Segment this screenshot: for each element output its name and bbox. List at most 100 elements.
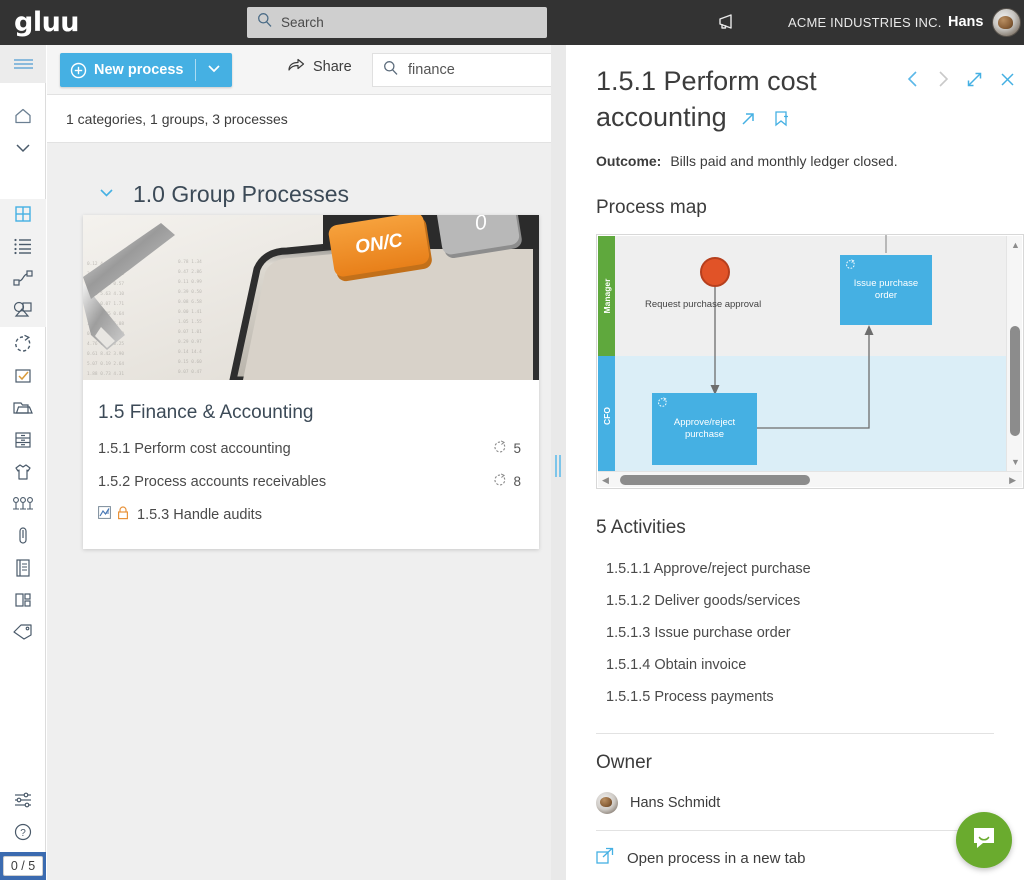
chevron-left-icon[interactable] (906, 70, 920, 93)
chevron-down-icon[interactable] (97, 186, 116, 204)
process-circle-icon (493, 439, 507, 458)
svg-text:0.07 0.47: 0.07 0.47 (178, 369, 202, 375)
open-external-icon[interactable] (739, 101, 757, 137)
drag-handle-icon[interactable] (555, 455, 562, 477)
progress-counter[interactable]: 0 / 5 (0, 852, 46, 880)
avatar[interactable] (992, 8, 1021, 37)
start-event-node[interactable] (700, 257, 730, 287)
process-circle-icon (13, 334, 33, 359)
open-process-new-tab-button[interactable]: Open process in a new tab (596, 830, 994, 870)
map-vertical-scrollbar[interactable]: ▲ ▼ (1006, 236, 1022, 471)
process-card[interactable]: 0.12 4.56 1.023.45 0.90 2.31 7.01 1.24 0… (83, 215, 539, 549)
intercom-chat-button[interactable] (956, 812, 1012, 868)
svg-text:0.15 0.60: 0.15 0.60 (178, 359, 202, 365)
sidebar-item-tags[interactable] (0, 618, 46, 650)
share-button[interactable]: Share (287, 57, 352, 77)
top-bar: gluu Search ACME INDUSTRIES INC. Hans (0, 0, 1024, 45)
tag-icon (12, 623, 34, 646)
chevron-right-icon[interactable] (936, 70, 950, 93)
expand-diagonal-icon[interactable] (966, 71, 983, 93)
sidebar-item-expand[interactable] (0, 134, 46, 166)
activity-count: 5 (513, 441, 521, 456)
sidebar-item-help[interactable]: ? (0, 818, 46, 850)
table-row[interactable]: 1.5.3 Handle audits (83, 498, 539, 531)
activities-heading: 5 Activities (596, 517, 686, 538)
progress-counter-value: 0 / 5 (2, 856, 44, 876)
new-process-dropdown-button[interactable] (196, 61, 232, 79)
task-node-approve-reject-purchase[interactable]: Approve/reject purchase (652, 393, 757, 465)
sidebar-item-shapes[interactable] (0, 296, 46, 328)
task-node-issue-purchase-order[interactable]: Issue purchase order (840, 255, 932, 325)
process-detail-panel: 1.5.1 Perform cost accounting Outcome: Bi… (566, 45, 1024, 880)
owner-row[interactable]: Hans Schmidt (596, 792, 994, 814)
activities-list: 1.5.1.1 Approve/reject purchase 1.5.1.2 … (596, 553, 994, 713)
sidebar-item-folder[interactable] (0, 394, 46, 426)
triangle-up-icon[interactable]: ▲ (1011, 240, 1020, 250)
svg-text:0.29 0.97: 0.29 0.97 (178, 339, 202, 345)
svg-text:0.14 14.4: 0.14 14.4 (178, 349, 202, 355)
sidebar-item-flow[interactable] (0, 264, 46, 296)
process-circle-icon (657, 397, 668, 412)
task-label: Approve/reject purchase (673, 417, 736, 440)
page-title: 1.5.1 Perform cost accounting (596, 45, 896, 137)
close-icon[interactable] (999, 71, 1016, 93)
user-name[interactable]: Hans (948, 14, 983, 30)
new-process-button[interactable]: New process (60, 53, 233, 87)
sidebar-item-archive[interactable] (0, 426, 46, 458)
map-horizontal-scrollbar[interactable]: ◀ ▶ (598, 471, 1022, 487)
scrollbar-thumb[interactable] (1010, 326, 1020, 436)
list-item[interactable]: 1.5.1.3 Issue purchase order (596, 617, 994, 649)
row-status-icons (98, 505, 129, 524)
scrollbar-thumb[interactable] (620, 475, 810, 485)
process-search-value: finance (408, 62, 455, 78)
sidebar-item-list[interactable] (0, 232, 46, 264)
chart-icon (98, 506, 111, 523)
sidebar-item-tasks[interactable] (0, 362, 46, 394)
divider (596, 733, 994, 734)
list-item[interactable]: 1.5.1.5 Process payments (596, 681, 994, 713)
panel-actions (906, 70, 1016, 93)
results-summary: 1 categories, 1 groups, 3 processes (47, 95, 560, 143)
new-process-label: New process (94, 62, 184, 78)
process-map-canvas[interactable]: Manager CFO Request purchase approval Is… (596, 234, 1024, 489)
list-item[interactable]: 1.5.1.2 Deliver goods/services (596, 585, 994, 617)
global-search-input[interactable]: Search (247, 7, 547, 38)
sidebar-item-home[interactable] (0, 102, 46, 134)
svg-text:0.39 0.50: 0.39 0.50 (178, 289, 202, 295)
sidebar-item-products[interactable] (0, 458, 46, 490)
shapes-icon (12, 300, 34, 325)
sidebar-item-documents[interactable] (0, 554, 46, 586)
chat-bubble-icon (970, 824, 998, 857)
table-row[interactable]: 1.5.2 Process accounts receivables 8 (83, 465, 539, 498)
triangle-left-icon[interactable]: ◀ (602, 475, 609, 486)
svg-text:0.07 1.01: 0.07 1.01 (178, 329, 202, 335)
sidebar-item-grid[interactable] (0, 200, 46, 232)
triangle-down-icon[interactable]: ▼ (1011, 457, 1020, 467)
group-header[interactable]: 1.0 Group Processes (47, 143, 560, 208)
svg-text:0.08 6.58: 0.08 6.58 (178, 299, 202, 305)
avatar (596, 792, 618, 814)
table-row[interactable]: 1.5.1 Perform cost accounting 5 (83, 432, 539, 465)
sidebar-item-attachments[interactable] (0, 522, 46, 554)
process-list-scroll-area[interactable]: 1.0 Group Processes 0.88 5.63 4.10 2.29 … (47, 143, 560, 880)
process-map-heading: Process map (596, 197, 707, 218)
sidebar-item-people[interactable] (0, 490, 46, 522)
sidebar-item-process[interactable] (0, 330, 46, 362)
sidebar-item-dashboard[interactable] (0, 586, 46, 618)
triangle-right-icon[interactable]: ▶ (1009, 475, 1016, 486)
owner-name: Hans Schmidt (630, 795, 721, 811)
svg-text:1.88 0.73 4.31: 1.88 0.73 4.31 (87, 371, 124, 377)
hamburger-menu-icon[interactable] (0, 45, 46, 83)
start-event-label: Request purchase approval (645, 299, 762, 310)
list-item[interactable]: 1.5.1.4 Obtain invoice (596, 649, 994, 681)
process-name: 1.5.2 Process accounts receivables (98, 473, 327, 490)
panel-splitter[interactable] (551, 45, 566, 880)
list-item[interactable]: 1.5.1.1 Approve/reject purchase (596, 553, 994, 585)
megaphone-icon[interactable] (718, 13, 742, 36)
outcome-label: Outcome: (596, 153, 662, 169)
sidebar-item-settings[interactable] (0, 786, 46, 818)
checkbox-icon (13, 366, 33, 391)
app-logo[interactable]: gluu (0, 9, 95, 36)
left-toolbar: New process Share finance ✕ (47, 45, 607, 95)
bookmark-icon[interactable] (773, 101, 789, 137)
